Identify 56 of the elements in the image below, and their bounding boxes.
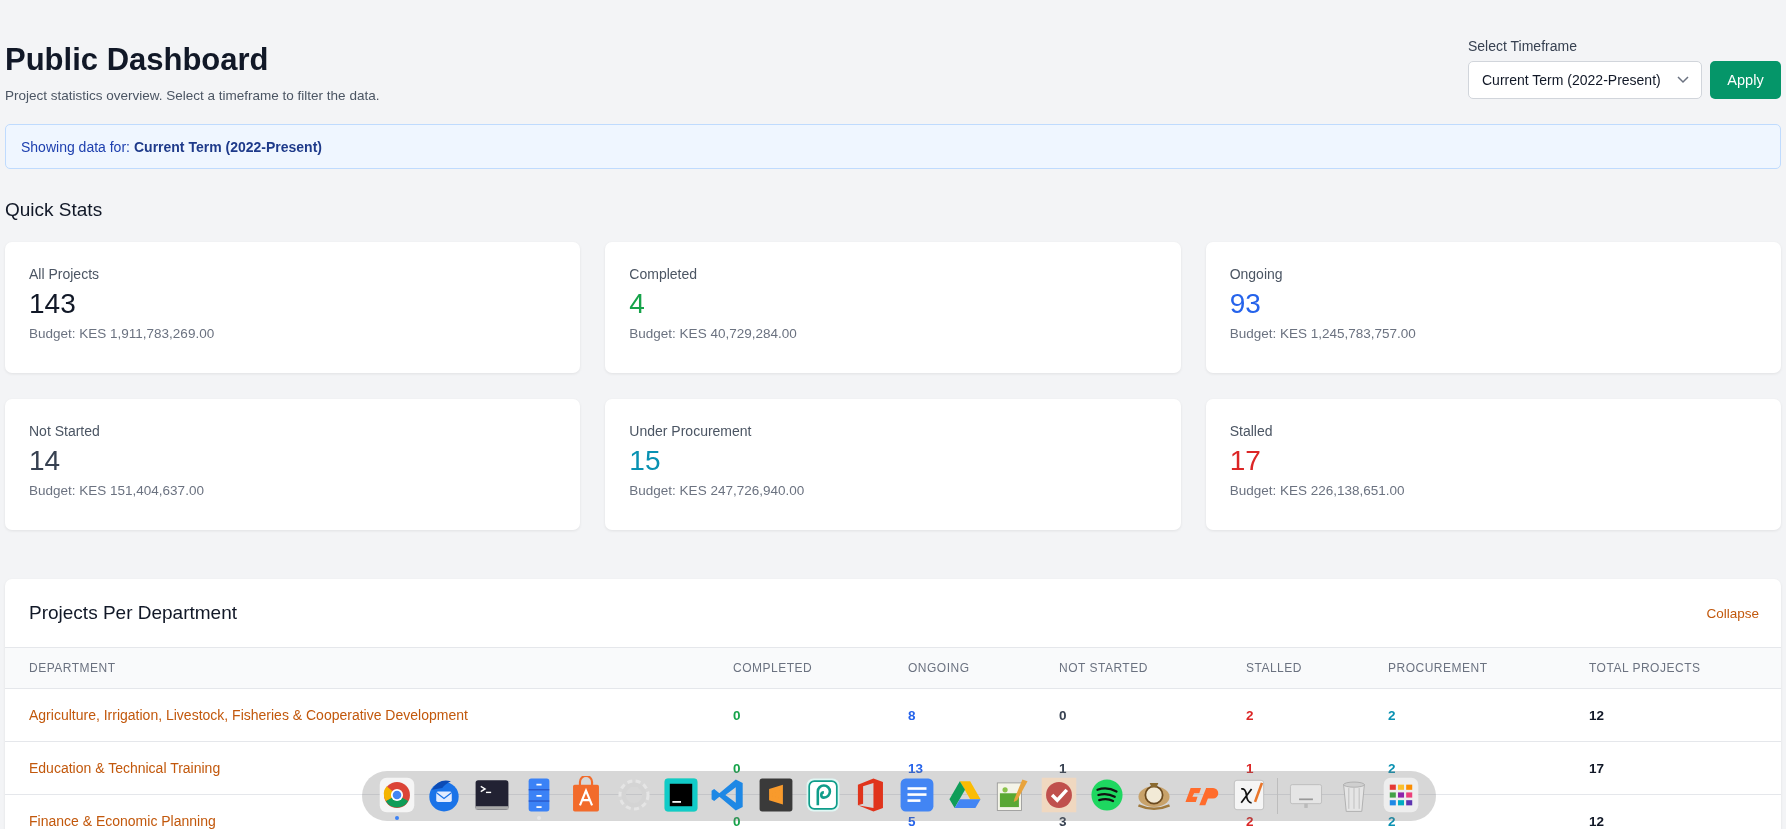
column-header: NOT STARTED	[1059, 661, 1148, 675]
stat-label: Stalled	[1229, 423, 1273, 439]
stat-budget: Budget: KES 1,911,783,269.00	[29, 326, 215, 341]
stat-budget: Budget: KES 1,245,783,757.00	[1229, 326, 1416, 341]
column-header: ONGOING	[908, 661, 970, 675]
department-link[interactable]: Agriculture, Irrigation, Livestock, Fisheries & Cooperative Development	[29, 707, 468, 723]
stat-label: Not Started	[29, 423, 100, 439]
column-header: PROCUREMENT	[1388, 661, 1488, 675]
section-title: Quick Stats	[5, 199, 104, 221]
table-cell: 12	[1589, 707, 1605, 723]
table-cell: 2	[1246, 813, 1254, 829]
apply-button[interactable]: Apply	[1710, 61, 1781, 99]
stat-value: 143	[29, 288, 76, 320]
table-cell: 2	[1388, 813, 1396, 829]
column-header: DEPARTMENT	[29, 661, 116, 675]
page-subtitle: Project statistics overview. Select a timeframe to filter the data.	[5, 88, 380, 103]
card-title: Projects Per Department	[29, 602, 238, 624]
page-title: Public Dashboard	[5, 42, 270, 78]
department-link[interactable]: Education & Technical Training	[29, 760, 221, 776]
table-cell: 2	[1246, 707, 1254, 723]
column-header: COMPLETED	[733, 661, 813, 675]
timeframe-label: Select Timeframe	[1468, 38, 1578, 54]
stat-budget: Budget: KES 151,404,637.00	[29, 483, 204, 498]
table-cell: 3	[1059, 813, 1067, 829]
table-cell: 5	[908, 813, 916, 829]
table-cell: 0	[733, 707, 741, 723]
collapse-link[interactable]: Collapse	[1706, 605, 1759, 621]
stat-value: 14	[29, 445, 61, 477]
table-cell: 0	[1059, 707, 1067, 723]
banner-text: Showing data for: Current Term (2022-Present)	[21, 138, 322, 155]
table-cell: 8	[908, 707, 916, 723]
stat-value: 15	[629, 445, 661, 477]
table-cell: 1	[1246, 760, 1254, 776]
stat-budget: Budget: KES 40,729,284.00	[629, 326, 797, 341]
stat-budget: Budget: KES 247,726,940.00	[629, 483, 805, 498]
stat-label: All Projects	[29, 266, 100, 282]
table-cell: 1	[1059, 760, 1067, 776]
table-cell: 2	[1388, 707, 1396, 723]
table-cell: 0	[733, 760, 741, 776]
table-cell: 0	[733, 813, 741, 829]
department-link[interactable]: Finance & Economic Planning	[29, 813, 216, 829]
chevron-down-icon	[1677, 76, 1689, 84]
table-cell: 17	[1589, 760, 1605, 776]
timeframe-select[interactable]: Current Term (2022-Present)	[1468, 61, 1702, 99]
column-header: TOTAL PROJECTS	[1589, 661, 1701, 675]
stat-value: 17	[1229, 445, 1261, 477]
stat-value: 4	[629, 288, 645, 320]
stat-label: Ongoing	[1229, 266, 1283, 282]
stat-label: Under Procurement	[629, 423, 752, 439]
table-cell: 12	[1589, 813, 1605, 829]
table-cell: 2	[1388, 760, 1396, 776]
stat-label: Completed	[629, 266, 698, 282]
column-header: STALLED	[1246, 661, 1302, 675]
stat-budget: Budget: KES 226,138,651.00	[1229, 483, 1405, 498]
table-cell: 13	[908, 760, 924, 776]
stat-value: 93	[1229, 288, 1261, 320]
